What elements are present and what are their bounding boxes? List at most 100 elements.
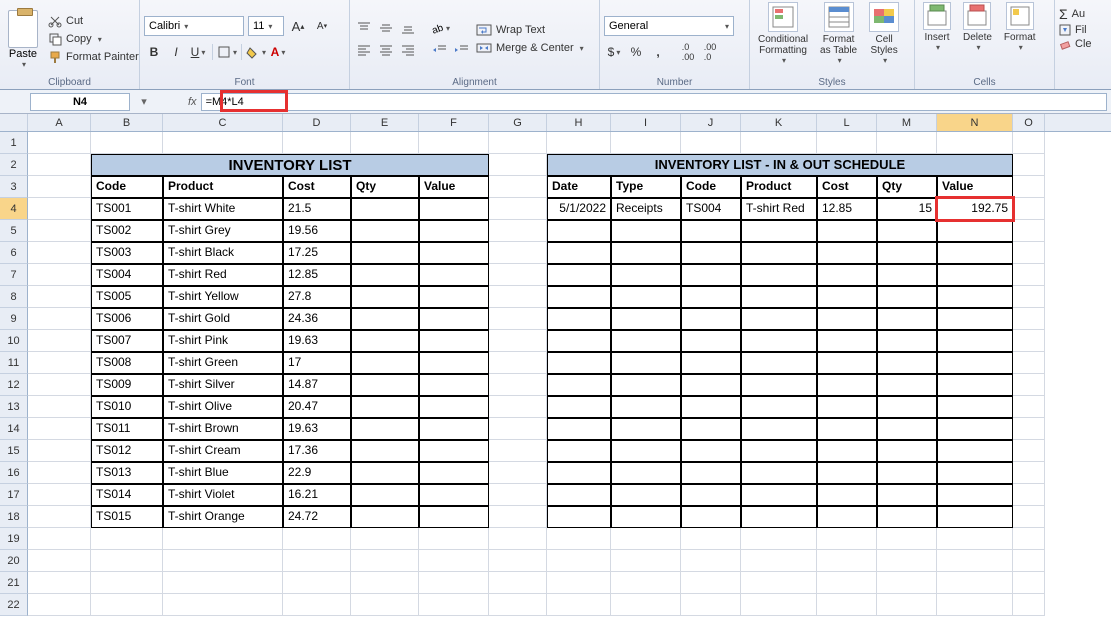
cell-G7[interactable] xyxy=(489,264,547,286)
cell-I16[interactable] xyxy=(611,462,681,484)
cell-C5[interactable]: T-shirt Grey xyxy=(163,220,283,242)
cell-H14[interactable] xyxy=(547,418,611,440)
conditional-formatting-button[interactable]: Conditional Formatting▾ xyxy=(754,2,812,65)
cell-L10[interactable] xyxy=(817,330,877,352)
cell-I13[interactable] xyxy=(611,396,681,418)
row-header-8[interactable]: 8 xyxy=(0,286,28,308)
row-header-19[interactable]: 19 xyxy=(0,528,28,550)
cell-O12[interactable] xyxy=(1013,374,1045,396)
cut-button[interactable]: Cut xyxy=(46,13,141,29)
cell-F14[interactable] xyxy=(419,418,489,440)
row-header-21[interactable]: 21 xyxy=(0,572,28,594)
cell-E1[interactable] xyxy=(351,132,419,154)
cell-C19[interactable] xyxy=(163,528,283,550)
column-header-G[interactable]: G xyxy=(489,114,547,131)
cell-G16[interactable] xyxy=(489,462,547,484)
cell-O19[interactable] xyxy=(1013,528,1045,550)
cell-J7[interactable] xyxy=(681,264,741,286)
cell-I11[interactable] xyxy=(611,352,681,374)
cell-B2[interactable]: INVENTORY LIST xyxy=(91,154,489,176)
cell-L9[interactable] xyxy=(817,308,877,330)
cell-N5[interactable] xyxy=(937,220,1013,242)
cell-N14[interactable] xyxy=(937,418,1013,440)
cell-J22[interactable] xyxy=(681,594,741,616)
align-center-button[interactable] xyxy=(376,41,396,59)
cell-B1[interactable] xyxy=(91,132,163,154)
cell-D22[interactable] xyxy=(283,594,351,616)
cell-F15[interactable] xyxy=(419,440,489,462)
cell-D3[interactable]: Cost xyxy=(283,176,351,198)
cell-E14[interactable] xyxy=(351,418,419,440)
cell-K6[interactable] xyxy=(741,242,817,264)
cell-A2[interactable] xyxy=(28,154,91,176)
cell-D10[interactable]: 19.63 xyxy=(283,330,351,352)
cell-G10[interactable] xyxy=(489,330,547,352)
cell-B16[interactable]: TS013 xyxy=(91,462,163,484)
cell-G2[interactable] xyxy=(489,154,547,176)
comma-format-button[interactable]: , xyxy=(648,42,668,62)
cell-C21[interactable] xyxy=(163,572,283,594)
cell-N4[interactable]: 192.75 xyxy=(937,198,1013,220)
row-header-18[interactable]: 18 xyxy=(0,506,28,528)
cell-A1[interactable] xyxy=(28,132,91,154)
cell-N10[interactable] xyxy=(937,330,1013,352)
cell-J5[interactable] xyxy=(681,220,741,242)
cell-L18[interactable] xyxy=(817,506,877,528)
fill-button[interactable]: Fil xyxy=(1059,24,1107,36)
cell-A18[interactable] xyxy=(28,506,91,528)
cell-M4[interactable]: 15 xyxy=(877,198,937,220)
row-header-3[interactable]: 3 xyxy=(0,176,28,198)
cell-D18[interactable]: 24.72 xyxy=(283,506,351,528)
cell-I8[interactable] xyxy=(611,286,681,308)
fx-icon[interactable]: fx xyxy=(188,96,197,108)
row-header-14[interactable]: 14 xyxy=(0,418,28,440)
cell-N16[interactable] xyxy=(937,462,1013,484)
cell-E10[interactable] xyxy=(351,330,419,352)
cell-G21[interactable] xyxy=(489,572,547,594)
autosum-button[interactable]: ΣAu xyxy=(1059,6,1107,22)
cell-I15[interactable] xyxy=(611,440,681,462)
cell-A7[interactable] xyxy=(28,264,91,286)
format-as-table-button[interactable]: Format as Table▾ xyxy=(816,2,861,65)
insert-cells-button[interactable]: Insert▾ xyxy=(919,2,955,52)
cell-A6[interactable] xyxy=(28,242,91,264)
cell-L11[interactable] xyxy=(817,352,877,374)
font-name-combobox[interactable]: Calibri▾ xyxy=(144,16,244,36)
cell-A13[interactable] xyxy=(28,396,91,418)
wrap-text-button[interactable]: Wrap Text xyxy=(476,23,584,37)
format-cells-button[interactable]: Format▾ xyxy=(1000,2,1040,52)
orientation-button[interactable]: ab▾ xyxy=(430,19,450,37)
column-header-I[interactable]: I xyxy=(611,114,681,131)
cell-M3[interactable]: Qty xyxy=(877,176,937,198)
cell-F22[interactable] xyxy=(419,594,489,616)
cell-O15[interactable] xyxy=(1013,440,1045,462)
cell-B20[interactable] xyxy=(91,550,163,572)
cell-B17[interactable]: TS014 xyxy=(91,484,163,506)
cell-A10[interactable] xyxy=(28,330,91,352)
cell-K17[interactable] xyxy=(741,484,817,506)
cell-C1[interactable] xyxy=(163,132,283,154)
cell-I20[interactable] xyxy=(611,550,681,572)
cell-F6[interactable] xyxy=(419,242,489,264)
increase-indent-button[interactable] xyxy=(452,41,472,59)
cell-A17[interactable] xyxy=(28,484,91,506)
cell-E7[interactable] xyxy=(351,264,419,286)
cell-F1[interactable] xyxy=(419,132,489,154)
cell-B15[interactable]: TS012 xyxy=(91,440,163,462)
cell-C12[interactable]: T-shirt Silver xyxy=(163,374,283,396)
cell-C10[interactable]: T-shirt Pink xyxy=(163,330,283,352)
cell-K9[interactable] xyxy=(741,308,817,330)
column-header-B[interactable]: B xyxy=(91,114,163,131)
cell-N19[interactable] xyxy=(937,528,1013,550)
cell-H4[interactable]: 5/1/2022 xyxy=(547,198,611,220)
cell-H19[interactable] xyxy=(547,528,611,550)
cell-N1[interactable] xyxy=(937,132,1013,154)
cell-B22[interactable] xyxy=(91,594,163,616)
cell-O8[interactable] xyxy=(1013,286,1045,308)
cell-K13[interactable] xyxy=(741,396,817,418)
column-header-J[interactable]: J xyxy=(681,114,741,131)
cell-L5[interactable] xyxy=(817,220,877,242)
cell-L4[interactable]: 12.85 xyxy=(817,198,877,220)
row-header-12[interactable]: 12 xyxy=(0,374,28,396)
cell-G9[interactable] xyxy=(489,308,547,330)
